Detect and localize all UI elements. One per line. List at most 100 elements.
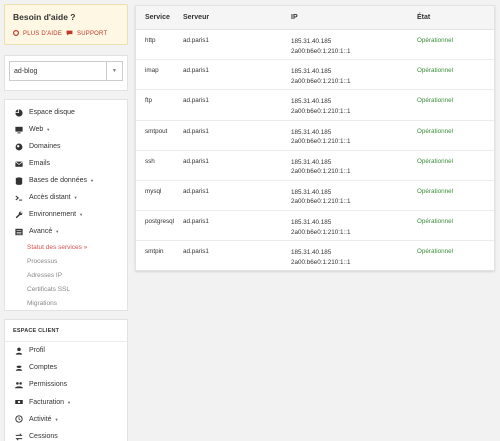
ipv4-value: 185.31.40.185: [291, 68, 332, 76]
ip-cell: 185.31.40.1852a00:b6e0:1:210:1::1: [291, 188, 417, 210]
list-icon: [15, 228, 23, 236]
client-item[interactable]: Permissions: [5, 376, 127, 393]
service-cell: mysql: [145, 187, 162, 195]
status-badge: Opérationnel: [417, 127, 454, 135]
sidebar-item[interactable]: Avancé ▼: [5, 223, 127, 240]
client-item[interactable]: Cessions: [5, 428, 127, 441]
ipv6-value: 2a00:b6e0:1:210:1::1: [291, 168, 351, 176]
server-cell: ad.paris1: [183, 187, 209, 195]
ipv4-value: 185.31.40.185: [291, 219, 332, 227]
status-badge: Opérationnel: [417, 157, 454, 165]
ipv4-value: 185.31.40.185: [291, 158, 332, 166]
sidebar-item[interactable]: Espace disque: [5, 104, 127, 121]
sidebar-item-label: Domaines: [29, 143, 61, 150]
ip-cell: 185.31.40.185 2a00:b6e0:1:210:1::1: [291, 218, 417, 240]
sidebar-item[interactable]: Domaines: [5, 138, 127, 155]
ipv6-value: 2a00:b6e0:1:210:1::1: [291, 107, 351, 115]
sidebar-item[interactable]: Accès distant ▼: [5, 189, 127, 206]
server-cell: ad.paris1: [183, 37, 209, 44]
ipv4-value: 185.31.40.185: [291, 249, 332, 257]
caret-down-icon: ▼: [79, 212, 84, 217]
lifebuoy-icon: [13, 30, 19, 38]
service-cell: postgresql: [145, 218, 175, 226]
client-item[interactable]: Facturation ▼: [5, 394, 127, 411]
account-select-box: ad-blog ▼: [4, 55, 128, 91]
server-cell: ad.paris1: [183, 218, 209, 226]
monitor-icon: [15, 126, 23, 134]
table-header: Service Serveur IP État: [136, 6, 494, 30]
money-icon: [15, 398, 23, 406]
server-cell: ad.paris1: [183, 248, 209, 256]
sidebar-subitem[interactable]: Migrations: [5, 296, 127, 310]
sidebar-item[interactable]: Emails: [5, 155, 127, 172]
support-link[interactable]: SUPPORT: [77, 31, 107, 37]
ipv6-value: 2a00:b6e0:1:210:1::1: [291, 228, 351, 236]
caret-down-icon: ▼: [67, 399, 71, 405]
header-service: Service: [145, 14, 170, 21]
sidebar-subitem[interactable]: Processus: [5, 254, 127, 268]
more-help-link[interactable]: PLUS D'AIDE: [23, 31, 62, 37]
sidebar-item[interactable]: Bases de données ▼: [5, 172, 127, 189]
ipv4-value: 185.31.40.185: [291, 128, 332, 136]
help-box: Besoin d'aide ? PLUS D'AIDE SUPPORT: [4, 4, 128, 45]
table-row: ftp ad.paris1 185.31.40.185 2a00:b6e0:1:210…: [136, 90, 494, 121]
help-links: PLUS D'AIDE SUPPORT: [13, 30, 127, 38]
header-server: Serveur: [183, 14, 210, 21]
sidebar-item-label: Emails: [29, 160, 51, 167]
header-ip: IP: [291, 13, 298, 21]
service-cell: ssh: [145, 157, 155, 165]
chevron-down-icon: ▼: [106, 62, 122, 80]
caret-down-icon: ▼: [90, 178, 94, 183]
table-row: smtpin ad.paris1 185.31.40.185 2a00:b6e0:1:…: [136, 241, 494, 271]
sidebar-item-label: Environnement: [29, 211, 77, 218]
ipv4-value: 185.31.40.185: [291, 38, 332, 45]
client-item[interactable]: Activité ▼: [5, 411, 127, 428]
caret-down-icon: ▼: [55, 229, 60, 234]
client-item[interactable]: Comptes: [5, 359, 127, 376]
table-row: smtpout ad.paris1 185.31.40.185 2a00:b6e0:1…: [136, 121, 494, 151]
account-select-value: ad-blog: [14, 67, 38, 75]
table-row: ssh ad.paris1 185.31.40.185 2a00:b6e0:1:210…: [136, 151, 494, 181]
sidebar-item[interactable]: Environnement ▼: [5, 206, 127, 223]
sidebar-item[interactable]: Web ▼: [5, 121, 127, 138]
server-cell: ad.paris1: [183, 97, 209, 105]
ipv6-value: 2a00:b6e0:1:210:1::1: [291, 198, 351, 206]
sidebar-subitem[interactable]: Statut des services »: [5, 240, 127, 254]
client-item-label: Facturation: [29, 398, 65, 406]
service-cell: imap: [145, 67, 159, 75]
user-icon: [15, 347, 23, 355]
caret-down-icon: ▼: [54, 416, 59, 422]
ip-cell: 185.31.40.1852a00:b6e0:1:210:1::1: [291, 128, 417, 150]
client-item[interactable]: Profil: [5, 342, 127, 359]
status-badge: Opérationnel: [417, 37, 454, 44]
sidebar: Besoin d'aide ? PLUS D'AIDE SUPPORT ad-b…: [4, 4, 128, 441]
exchange-icon: [15, 432, 23, 441]
sidebar-subitem[interactable]: Certificats SSL: [5, 282, 127, 296]
sidebar-item-label: Accès distant: [29, 194, 71, 201]
service-cell: smtpin: [145, 248, 164, 256]
database-icon: [15, 176, 23, 185]
table-row: imap ad.paris1 185.31.40.185 2a00:b6e0:1:21…: [136, 60, 494, 91]
client-item-label: Comptes: [29, 364, 58, 372]
status-badge: Opérationnel: [417, 218, 454, 226]
table-row: postgresql ad.paris1 185.31.40.185 2a00:b6e…: [136, 211, 494, 242]
caret-down-icon: ▼: [46, 127, 51, 132]
status-badge: Opérationnel: [417, 248, 454, 256]
globe-icon: [15, 143, 23, 151]
client-menu: ESPACE CLIENT Profil Comptes Permissions Fa…: [4, 319, 128, 441]
ip-cell: 185.31.40.185 2a00:b6e0:1:210:1::1: [291, 248, 417, 271]
chat-icon: [66, 30, 73, 38]
ip-cell: 185.31.40.1852a00:b6e0:1:210:1::1: [291, 37, 417, 59]
ipv6-value: 2a00:b6e0:1:210:1::1: [291, 138, 351, 146]
service-cell: http: [145, 37, 156, 44]
terminal-icon: [15, 194, 23, 202]
account-select[interactable]: ad-blog ▼: [9, 61, 123, 81]
client-item-label: Cessions: [29, 433, 58, 441]
account-icon: [15, 364, 23, 372]
ipv6-value: 2a00:b6e0:1:210:1::1: [291, 47, 351, 55]
ipv4-value: 185.31.40.185: [291, 188, 332, 196]
sidebar-subitem[interactable]: Adresses IP: [5, 268, 127, 282]
services-table: Service Serveur IP État http ad.paris1 185…: [135, 5, 495, 271]
status-badge: Opérationnel: [417, 187, 454, 195]
help-title: Besoin d'aide ?: [13, 12, 76, 22]
